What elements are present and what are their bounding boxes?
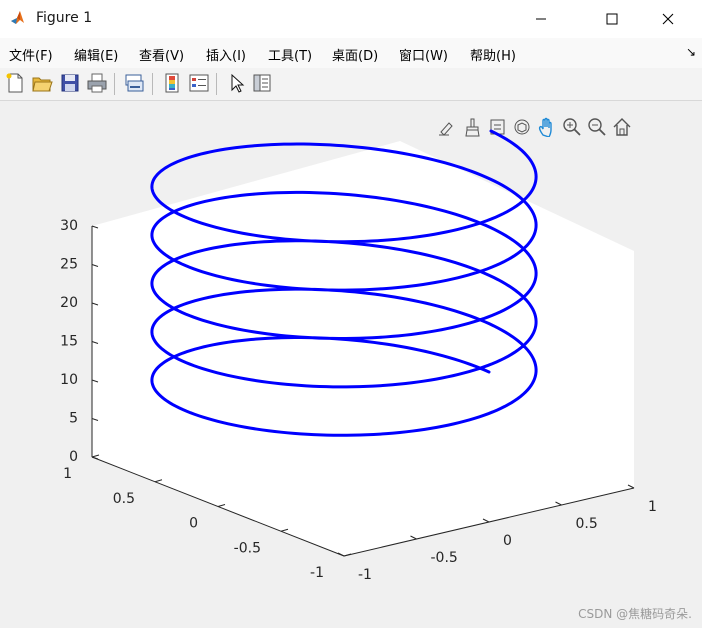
menu-file[interactable]: 文件(F) xyxy=(9,45,53,64)
print-icon[interactable] xyxy=(86,72,108,94)
figure-toolbar xyxy=(0,68,702,101)
new-figure-icon[interactable] xyxy=(4,72,26,94)
colorbar-icon[interactable] xyxy=(161,72,183,94)
legend-icon[interactable] xyxy=(188,72,210,94)
x-tick-label: 0.5 xyxy=(576,516,598,532)
menu-view[interactable]: 查看(V) xyxy=(139,45,184,64)
menu-help[interactable]: 帮助(H) xyxy=(470,45,516,64)
z-tick-label: 0 xyxy=(69,449,78,465)
axes-background xyxy=(92,141,634,556)
z-tick-label: 5 xyxy=(69,411,78,427)
z-tick-label: 15 xyxy=(60,334,78,350)
minimize-button[interactable] xyxy=(518,0,564,38)
menu-edit[interactable]: 编辑(E) xyxy=(74,45,118,64)
matlab-logo-icon xyxy=(10,9,28,27)
toolbar-separator xyxy=(152,73,153,95)
pointer-icon[interactable] xyxy=(225,72,247,94)
menu-tools[interactable]: 工具(T) xyxy=(268,45,312,64)
property-inspector-icon[interactable] xyxy=(251,72,273,94)
x-tick-label: 1 xyxy=(648,499,657,515)
close-button[interactable] xyxy=(645,0,691,38)
y-tick-label: -0.5 xyxy=(234,540,261,556)
dock-arrow-icon[interactable]: ↘ xyxy=(686,45,696,59)
open-file-icon[interactable] xyxy=(31,72,53,94)
link-plot-icon[interactable] xyxy=(123,72,145,94)
menu-bar: 文件(F) 编辑(E) 查看(V) 插入(I) 工具(T) 桌面(D) 窗口(W… xyxy=(0,38,702,68)
minimize-icon xyxy=(536,18,546,20)
save-icon[interactable] xyxy=(59,72,81,94)
title-bar: Figure 1 xyxy=(0,0,702,38)
menu-desktop[interactable]: 桌面(D) xyxy=(332,45,378,64)
plot3-axes[interactable]: 0 5 10 15 20 25 30 -1 -0.5 0 0.5 1 -1 -0.5 0 0.5 1 xyxy=(0,101,702,628)
watermark-text: CSDN @焦糖码奇朵. xyxy=(578,607,692,621)
y-tick-label: 0.5 xyxy=(113,491,135,507)
z-tick-label: 25 xyxy=(60,257,78,273)
close-icon xyxy=(662,13,674,25)
window-title: Figure 1 xyxy=(36,10,93,26)
maximize-icon xyxy=(606,13,618,25)
toolbar-separator xyxy=(216,73,217,95)
maximize-button[interactable] xyxy=(589,0,635,38)
menu-window[interactable]: 窗口(W) xyxy=(399,45,448,64)
y-tick-label: 1 xyxy=(63,466,72,482)
z-tick-label: 10 xyxy=(60,372,78,388)
x-tick-label: 0 xyxy=(503,533,512,549)
menu-insert[interactable]: 插入(I) xyxy=(206,45,246,64)
y-tick-label: -1 xyxy=(310,565,324,581)
figure-canvas[interactable]: 0 5 10 15 20 25 30 -1 -0.5 0 0.5 1 -1 -0.5 0 0.5 1 CSDN … xyxy=(0,101,702,628)
x-tick-label: -0.5 xyxy=(431,550,458,566)
x-tick-label: -1 xyxy=(358,567,372,583)
z-tick-label: 30 xyxy=(60,218,78,234)
z-tick-label: 20 xyxy=(60,295,78,311)
toolbar-separator xyxy=(114,73,115,95)
y-tick-label: 0 xyxy=(189,516,198,532)
